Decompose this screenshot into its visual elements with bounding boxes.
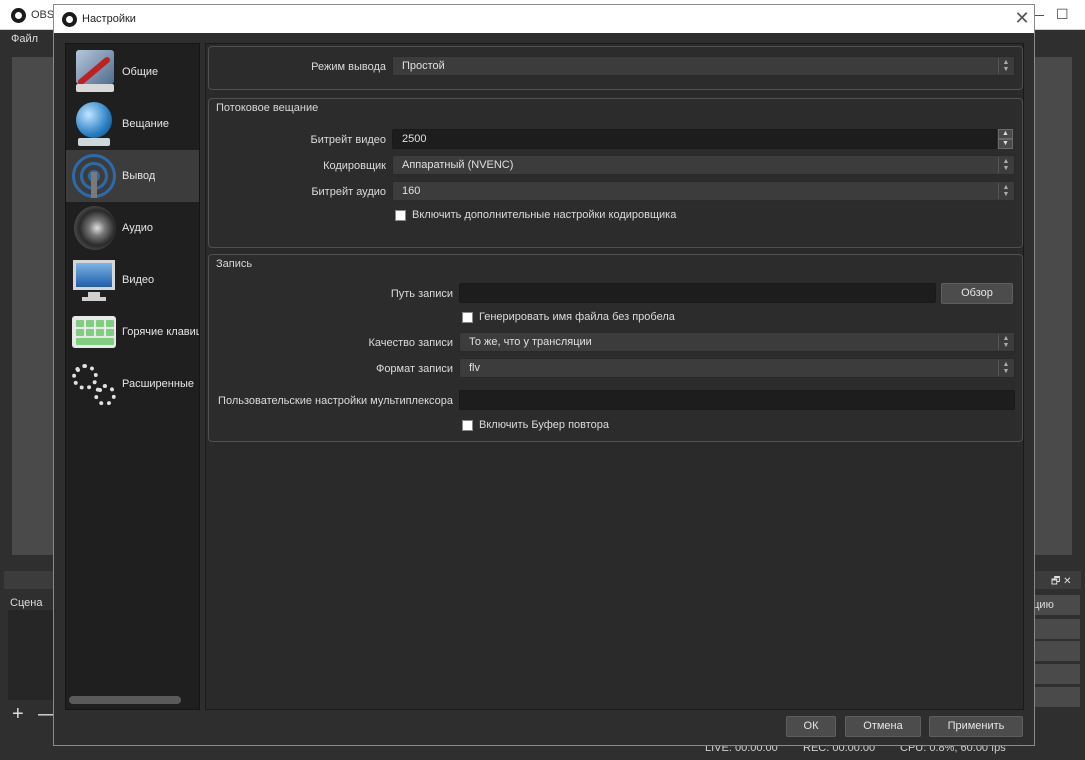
sidebar-item-label: Расширенные	[122, 378, 194, 390]
recording-path-label: Путь записи	[390, 288, 453, 300]
advanced-encoder-label: Включить дополнительные настройки кодиро…	[412, 209, 677, 221]
chevron-updown-icon: ▲ ▼	[998, 360, 1013, 376]
output-mode-value: Простой	[402, 60, 445, 72]
recording-path-input[interactable]	[459, 283, 936, 303]
sidebar-item-label: Вещание	[122, 118, 169, 130]
advanced-encoder-checkbox[interactable]: Включить дополнительные настройки кодиро…	[395, 209, 676, 221]
encoder-select[interactable]: Аппаратный (NVENC) ▲ ▼	[392, 155, 1015, 175]
scene-list[interactable]	[8, 610, 53, 700]
ok-button[interactable]: ОК	[786, 716, 836, 737]
recording-format-value: flv	[469, 362, 480, 374]
sidebar-item-label: Горячие клавиши	[122, 326, 199, 338]
muxer-settings-label: Пользовательские настройки мультиплексор…	[218, 395, 453, 407]
audio-bitrate-select[interactable]: 160 ▲ ▼	[392, 181, 1015, 201]
cancel-button[interactable]: Отмена	[845, 716, 921, 737]
video-bitrate-value: 2500	[402, 133, 427, 145]
video-bitrate-spinner[interactable]: ▲ ▼	[998, 129, 1013, 149]
sidebar-item-label: Вывод	[122, 170, 156, 182]
recording-format-label: Формат записи	[375, 363, 453, 375]
advanced-icon	[70, 360, 118, 408]
obs-logo-icon	[62, 12, 77, 27]
chevron-updown-icon: ▲ ▼	[998, 334, 1013, 350]
audio-bitrate-value: 160	[402, 185, 421, 197]
replay-buffer-checkbox[interactable]: Включить Буфер повтора	[462, 419, 609, 431]
dialog-titlebar: Настройки ✕	[54, 5, 1034, 33]
sidebar-item-video[interactable]: Видео	[66, 254, 199, 306]
dock-float-icon[interactable]: 🗗 ✕	[1051, 574, 1072, 591]
streaming-group-title: Потоковое вещание	[216, 102, 319, 114]
browse-button[interactable]: Обзор	[941, 283, 1013, 304]
video-bitrate-input[interactable]: 2500	[392, 129, 997, 149]
recording-group-title: Запись	[216, 258, 253, 270]
checkbox-box[interactable]	[395, 209, 406, 221]
recording-quality-label: Качество записи	[368, 337, 453, 349]
chevron-updown-icon: ▲ ▼	[998, 58, 1013, 74]
recording-quality-select[interactable]: То же, что у трансляции ▲ ▼	[459, 332, 1015, 352]
sidebar-scrollbar[interactable]	[69, 696, 181, 704]
output-mode-group: Режим вывода Простой ▲ ▼	[208, 46, 1023, 90]
sidebar-item-label: Аудио	[122, 222, 154, 234]
checkbox-box[interactable]	[462, 311, 473, 323]
stream-icon	[70, 100, 118, 148]
output-mode-label: Режим вывода	[311, 61, 386, 73]
no-space-filename-checkbox[interactable]: Генерировать имя файла без пробела	[462, 311, 675, 323]
sidebar-item-advanced[interactable]: Расширенные	[66, 358, 199, 410]
sidebar-item-hotkeys[interactable]: Горячие клавиши	[66, 306, 199, 358]
encoder-label: Кодировщик	[323, 160, 386, 172]
scene-add-button[interactable]: +	[12, 704, 24, 724]
apply-button[interactable]: Применить	[929, 716, 1023, 737]
recording-group: Запись Путь записи Обзор Генерировать им…	[208, 254, 1023, 442]
obs-logo-icon	[11, 8, 26, 23]
output-settings-panel: Режим вывода Простой ▲ ▼ Потоковое вещани…	[205, 43, 1024, 710]
close-icon[interactable]: ✕	[1012, 8, 1032, 28]
sidebar-item-label: Видео	[122, 274, 155, 286]
hotkeys-icon	[70, 308, 118, 356]
sidebar-item-label: Общие	[122, 66, 159, 78]
output-icon	[70, 152, 118, 200]
main-window-title: OBS	[31, 9, 55, 21]
recording-quality-value: То же, что у трансляции	[469, 336, 592, 348]
video-icon	[70, 256, 118, 304]
muxer-settings-input[interactable]	[459, 390, 1015, 410]
recording-format-select[interactable]: flv ▲ ▼	[459, 358, 1015, 378]
sidebar-item-audio[interactable]: Аудио	[66, 202, 199, 254]
chevron-updown-icon: ▲ ▼	[998, 157, 1013, 173]
spin-down-icon[interactable]: ▼	[998, 139, 1013, 149]
checkbox-box[interactable]	[462, 419, 473, 431]
dialog-title: Настройки	[82, 13, 136, 25]
output-mode-select[interactable]: Простой ▲ ▼	[392, 56, 1015, 76]
spin-up-icon[interactable]: ▲	[998, 129, 1013, 139]
sidebar-item-stream[interactable]: Вещание	[66, 98, 199, 150]
replay-buffer-label: Включить Буфер повтора	[479, 419, 610, 431]
settings-sidebar: Общие Вещание Вывод Аудио Видео Горячие …	[65, 43, 200, 710]
sidebar-item-output[interactable]: Вывод	[66, 150, 199, 202]
video-bitrate-label: Битрейт видео	[310, 134, 386, 146]
general-icon	[70, 48, 118, 96]
menu-file[interactable]: Файл	[11, 33, 38, 45]
sidebar-item-general[interactable]: Общие	[66, 46, 199, 98]
maximize-icon[interactable]: ☐	[1056, 6, 1069, 23]
scene-panel-title: Сцена	[10, 597, 43, 609]
no-space-filename-label: Генерировать имя файла без пробела	[479, 311, 675, 323]
chevron-updown-icon: ▲ ▼	[998, 183, 1013, 199]
streaming-group: Потоковое вещание Битрейт видео 2500 ▲ ▼…	[208, 98, 1023, 248]
settings-dialog: Настройки ✕ Общие Вещание Вывод Аудио Ви…	[53, 4, 1035, 746]
audio-bitrate-label: Битрейт аудио	[311, 186, 386, 198]
audio-icon	[70, 204, 118, 252]
encoder-value: Аппаратный (NVENC)	[402, 159, 514, 171]
